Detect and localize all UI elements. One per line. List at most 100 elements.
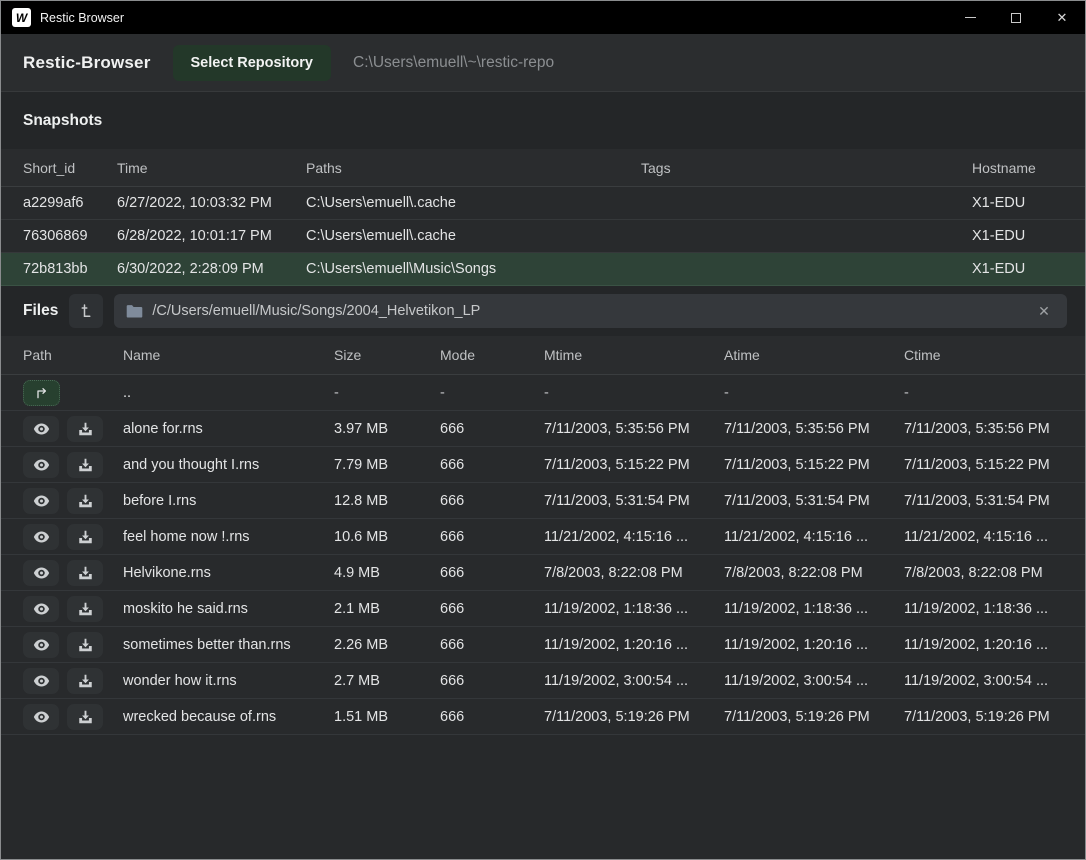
eye-icon bbox=[33, 494, 50, 508]
file-atime: 7/11/2003, 5:19:26 PM bbox=[724, 709, 904, 725]
file-tree-toggle-button[interactable] bbox=[69, 294, 103, 328]
snapshot-row-selected[interactable]: 72b813bb 6/30/2022, 2:28:09 PM C:\Users\… bbox=[1, 253, 1085, 286]
download-file-button[interactable] bbox=[67, 668, 103, 694]
close-button[interactable]: ✕ bbox=[1039, 1, 1085, 34]
snapshots-table-header: Short_id Time Paths Tags Hostname bbox=[1, 149, 1085, 187]
files-table-header: Path Name Size Mode Mtime Atime Ctime bbox=[1, 336, 1085, 375]
download-icon bbox=[78, 710, 93, 724]
download-file-button[interactable] bbox=[67, 416, 103, 442]
download-icon bbox=[78, 602, 93, 616]
file-mode: 666 bbox=[440, 565, 544, 581]
eye-icon bbox=[33, 674, 50, 688]
file-row[interactable]: before I.rns 12.8 MB 666 7/11/2003, 5:31… bbox=[1, 483, 1085, 519]
col-mtime[interactable]: Mtime bbox=[544, 347, 724, 363]
file-mtime: 11/19/2002, 3:00:54 ... bbox=[544, 673, 724, 689]
col-size[interactable]: Size bbox=[334, 347, 440, 363]
download-file-button[interactable] bbox=[67, 488, 103, 514]
eye-icon bbox=[33, 638, 50, 652]
file-size: 2.7 MB bbox=[334, 673, 440, 689]
file-atime: 11/19/2002, 1:20:16 ... bbox=[724, 637, 904, 653]
preview-file-button[interactable] bbox=[23, 452, 59, 478]
eye-icon bbox=[33, 458, 50, 472]
maximize-button[interactable] bbox=[993, 1, 1039, 34]
download-icon bbox=[78, 422, 93, 436]
files-title: Files bbox=[23, 302, 58, 320]
col-paths[interactable]: Paths bbox=[306, 160, 641, 176]
preview-file-button[interactable] bbox=[23, 632, 59, 658]
col-path[interactable]: Path bbox=[23, 347, 123, 363]
file-mode: 666 bbox=[440, 709, 544, 725]
col-hostname[interactable]: Hostname bbox=[972, 160, 1067, 176]
snapshot-paths: C:\Users\emuell\Music\Songs bbox=[306, 261, 641, 277]
file-row[interactable]: and you thought I.rns 7.79 MB 666 7/11/2… bbox=[1, 447, 1085, 483]
eye-icon bbox=[33, 602, 50, 616]
file-atime: 7/8/2003, 8:22:08 PM bbox=[724, 565, 904, 581]
download-file-button[interactable] bbox=[67, 524, 103, 550]
col-tags[interactable]: Tags bbox=[641, 160, 972, 176]
snapshot-paths: C:\Users\emuell\.cache bbox=[306, 228, 641, 244]
snapshot-time: 6/27/2022, 10:03:32 PM bbox=[117, 195, 306, 211]
close-icon: ✕ bbox=[1057, 10, 1068, 26]
file-mtime: 7/11/2003, 5:35:56 PM bbox=[544, 421, 724, 437]
file-name: before I.rns bbox=[123, 493, 334, 509]
download-file-button[interactable] bbox=[67, 704, 103, 730]
current-path-field[interactable]: /C/Users/emuell/Music/Songs/2004_Helveti… bbox=[114, 294, 1067, 328]
file-row[interactable]: moskito he said.rns 2.1 MB 666 11/19/200… bbox=[1, 591, 1085, 627]
download-file-button[interactable] bbox=[67, 560, 103, 586]
file-ctime: 7/11/2003, 5:35:56 PM bbox=[904, 421, 1079, 437]
snapshot-time: 6/30/2022, 2:28:09 PM bbox=[117, 261, 306, 277]
col-short-id[interactable]: Short_id bbox=[23, 160, 117, 176]
file-name: wonder how it.rns bbox=[123, 673, 334, 689]
snapshot-row[interactable]: a2299af6 6/27/2022, 10:03:32 PM C:\Users… bbox=[1, 187, 1085, 220]
preview-file-button[interactable] bbox=[23, 416, 59, 442]
download-icon bbox=[78, 530, 93, 544]
download-file-button[interactable] bbox=[67, 452, 103, 478]
file-size: 2.1 MB bbox=[334, 601, 440, 617]
file-row[interactable]: alone for.rns 3.97 MB 666 7/11/2003, 5:3… bbox=[1, 411, 1085, 447]
file-ctime: 11/19/2002, 1:20:16 ... bbox=[904, 637, 1079, 653]
file-mode: 666 bbox=[440, 529, 544, 545]
snapshot-row[interactable]: 76306869 6/28/2022, 10:01:17 PM C:\Users… bbox=[1, 220, 1085, 253]
file-row[interactable]: feel home now !.rns 10.6 MB 666 11/21/20… bbox=[1, 519, 1085, 555]
preview-file-button[interactable] bbox=[23, 560, 59, 586]
file-size: 7.79 MB bbox=[334, 457, 440, 473]
folder-icon bbox=[126, 304, 143, 319]
snapshot-paths: C:\Users\emuell\.cache bbox=[306, 195, 641, 211]
preview-file-button[interactable] bbox=[23, 704, 59, 730]
preview-file-button[interactable] bbox=[23, 524, 59, 550]
clear-path-button[interactable]: ✕ bbox=[1031, 298, 1057, 324]
file-row[interactable]: sometimes better than.rns 2.26 MB 666 11… bbox=[1, 627, 1085, 663]
snapshot-hostname: X1-EDU bbox=[972, 261, 1067, 277]
preview-file-button[interactable] bbox=[23, 488, 59, 514]
preview-file-button[interactable] bbox=[23, 596, 59, 622]
download-file-button[interactable] bbox=[67, 596, 103, 622]
file-mtime: 7/11/2003, 5:15:22 PM bbox=[544, 457, 724, 473]
minimize-button[interactable] bbox=[947, 1, 993, 34]
select-repository-button[interactable]: Select Repository bbox=[173, 45, 332, 81]
col-atime[interactable]: Atime bbox=[724, 347, 904, 363]
up-directory-arrow-icon bbox=[34, 386, 50, 400]
titlebar-left: W Restic Browser bbox=[1, 8, 124, 27]
file-size: 1.51 MB bbox=[334, 709, 440, 725]
file-size: 12.8 MB bbox=[334, 493, 440, 509]
file-atime: 7/11/2003, 5:35:56 PM bbox=[724, 421, 904, 437]
col-mode[interactable]: Mode bbox=[440, 347, 544, 363]
preview-file-button[interactable] bbox=[23, 668, 59, 694]
file-name: sometimes better than.rns bbox=[123, 637, 334, 653]
file-row[interactable]: Helvikone.rns 4.9 MB 666 7/8/2003, 8:22:… bbox=[1, 555, 1085, 591]
col-ctime[interactable]: Ctime bbox=[904, 347, 1079, 363]
empty-area bbox=[1, 735, 1085, 859]
file-row[interactable]: wrecked because of.rns 1.51 MB 666 7/11/… bbox=[1, 699, 1085, 735]
col-name[interactable]: Name bbox=[123, 347, 334, 363]
file-ctime: 7/11/2003, 5:19:26 PM bbox=[904, 709, 1079, 725]
download-file-button[interactable] bbox=[67, 632, 103, 658]
file-row[interactable]: wonder how it.rns 2.7 MB 666 11/19/2002,… bbox=[1, 663, 1085, 699]
col-time[interactable]: Time bbox=[117, 160, 306, 176]
clear-icon: ✕ bbox=[1038, 303, 1050, 320]
parent-directory-row[interactable]: .. - - - - - bbox=[1, 375, 1085, 411]
file-ctime: 7/11/2003, 5:15:22 PM bbox=[904, 457, 1079, 473]
go-up-directory-button[interactable] bbox=[23, 380, 60, 406]
file-ctime: 11/19/2002, 1:18:36 ... bbox=[904, 601, 1079, 617]
file-size: 3.97 MB bbox=[334, 421, 440, 437]
file-mode: 666 bbox=[440, 421, 544, 437]
